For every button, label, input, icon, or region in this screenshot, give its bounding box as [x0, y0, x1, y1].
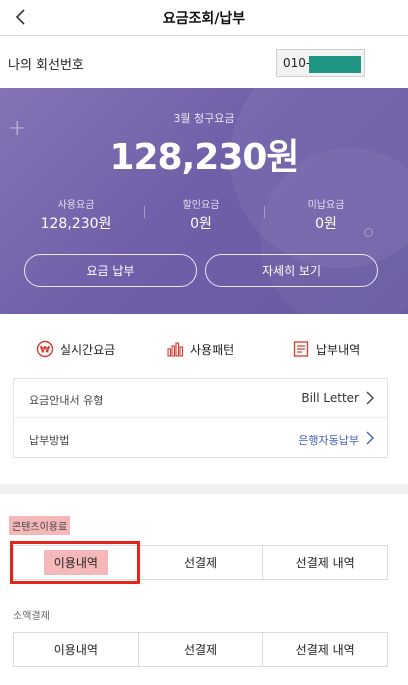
tab-micro-prepayment[interactable]: 선결제	[139, 633, 264, 666]
line-number-select[interactable]: 010-	[276, 49, 365, 77]
highlight-frame	[10, 541, 140, 584]
line-number-row: 나의 회선번호 010-	[0, 37, 408, 88]
usage-fee-value: 128,230원	[40, 216, 112, 232]
unpaid-fee-label: 미납요금	[307, 200, 345, 211]
bill-summary-card: + 3월 청구요금 128,230원 사용요금 128,230원 할인요금 0원…	[0, 88, 408, 314]
content-fee-label: 콘텐츠이용료	[9, 516, 71, 535]
quick-item-label: 납부내역	[316, 342, 361, 357]
quick-menu: ₩ 실시간요금 사용패턴 납부내역	[0, 330, 408, 368]
payment-method-row[interactable]: 납부방법 은행자동납부	[14, 419, 387, 458]
quick-item-label: 사용패턴	[190, 342, 235, 357]
view-details-button[interactable]: 자세히 보기	[205, 254, 378, 287]
discount-fee-label: 할인요금	[182, 200, 220, 211]
micro-payment-tabs: 이용내역 선결제 선결제 내역	[13, 632, 388, 667]
bill-month-label: 3월 청구요금	[173, 112, 235, 125]
section-divider	[0, 484, 408, 494]
bill-amount: 128,230원	[109, 137, 299, 178]
discount-fee-value: 0원	[190, 216, 212, 232]
bill-type-label: 요금안내서 유형	[29, 394, 104, 407]
billing-info-card: 요금안내서 유형 Bill Letter 납부방법 은행자동납부	[13, 378, 388, 458]
app-header: 요금조회/납부	[0, 0, 408, 36]
usage-fee: 사용요금 128,230원	[16, 196, 136, 233]
quick-item-label: 실시간요금	[60, 342, 116, 357]
tab-content-prepayment[interactable]: 선결제	[139, 546, 264, 579]
discount-fee: 할인요금 0원	[141, 196, 261, 233]
tab-micro-prepayment-history[interactable]: 선결제 내역	[263, 633, 387, 666]
quick-item-realtime-fee[interactable]: ₩ 실시간요금	[36, 338, 115, 360]
bill-type-value: Bill Letter	[301, 391, 359, 405]
bar-chart-icon	[166, 340, 184, 358]
won-circle-icon: ₩	[36, 340, 54, 358]
micro-payment-label: 소액결제	[13, 611, 50, 622]
chevron-right-icon	[366, 391, 374, 405]
usage-fee-label: 사용요금	[57, 200, 95, 211]
unpaid-fee: 미납요금 0원	[266, 196, 386, 233]
document-icon	[292, 340, 310, 358]
quick-item-payment-history[interactable]: 납부내역	[292, 338, 360, 360]
bill-type-row[interactable]: 요금안내서 유형 Bill Letter	[14, 379, 387, 418]
page-title: 요금조회/납부	[162, 11, 246, 27]
chevron-right-icon	[366, 431, 374, 445]
tab-content-prepayment-history[interactable]: 선결제 내역	[263, 546, 387, 579]
tab-micro-usage-history[interactable]: 이용내역	[14, 633, 139, 666]
line-number-prefix: 010-	[283, 56, 311, 70]
divider	[264, 206, 265, 218]
quick-item-usage-pattern[interactable]: 사용패턴	[166, 338, 234, 360]
unpaid-fee-value: 0원	[315, 216, 337, 232]
pay-bill-button[interactable]: 요금 납부	[24, 254, 197, 287]
masked-number	[309, 56, 361, 73]
svg-text:₩: ₩	[40, 346, 50, 356]
payment-method-value: 은행자동납부	[298, 434, 359, 447]
line-number-label: 나의 회선번호	[8, 58, 84, 73]
payment-method-label: 납부방법	[29, 434, 70, 447]
